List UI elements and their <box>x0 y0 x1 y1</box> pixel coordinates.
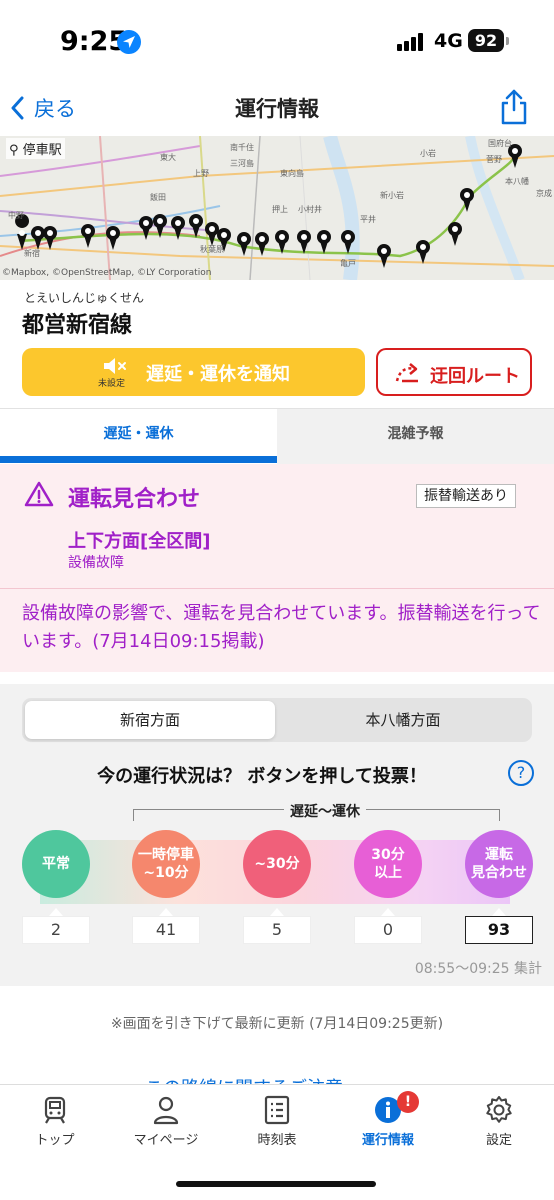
count-notch <box>49 908 63 916</box>
pin-icon: ⚲ <box>9 143 19 158</box>
tally-time: 08:55〜09:25 集計 <box>414 961 542 977</box>
vote-count-normal: 2 <box>22 916 90 944</box>
detour-icon <box>395 363 418 383</box>
help-icon[interactable]: ? <box>508 760 534 786</box>
count-notch <box>159 908 173 916</box>
direction-motoyawata[interactable]: 本八幡方面 <box>278 701 528 739</box>
count-notch <box>381 908 395 916</box>
vote-count-over-30min: 0 <box>354 916 422 944</box>
vote-count-suspended: 93 <box>465 916 533 944</box>
svg-text:押上: 押上 <box>272 204 288 214</box>
svg-text:菅野: 菅野 <box>486 154 502 164</box>
network-type: 4G <box>434 30 463 52</box>
line-name: 都営新宿線 <box>22 313 133 338</box>
tabbar-label: 設定 <box>485 1133 512 1148</box>
svg-text:小岩: 小岩 <box>420 148 436 158</box>
train-icon <box>44 1096 66 1124</box>
gear-icon <box>486 1096 512 1123</box>
tabbar-label: 運行情報 <box>361 1133 414 1148</box>
count-notch <box>492 908 506 916</box>
svg-text:東向島: 東向島 <box>280 168 304 178</box>
vote-normal-button[interactable]: 平常 <box>22 830 90 898</box>
refresh-note: ※画面を引き下げて最新に更新 (7月14日09:25更新) <box>110 1016 444 1032</box>
tabbar-label: マイページ <box>133 1133 199 1148</box>
tabbar-item-top[interactable]: トップ <box>0 1095 110 1155</box>
status-bar: 9:25 4G 92 <box>0 0 554 80</box>
svg-text:中野: 中野 <box>8 210 24 220</box>
notify-label: 遅延・運休を通知 <box>146 364 290 385</box>
nav-bar: 戻る 運行情報 <box>0 80 554 136</box>
vote-count-stop-10min: 41 <box>132 916 200 944</box>
alert-cause: 設備故障 <box>68 555 124 571</box>
direction-segmented-control: 新宿方面 本八幡方面 <box>22 698 532 742</box>
alert-direction: 上下方面[全区間] <box>68 531 211 552</box>
svg-text:東大: 東大 <box>160 152 176 162</box>
share-icon <box>501 89 527 125</box>
tabbar-label: トップ <box>35 1133 75 1148</box>
svg-text:新小岩: 新小岩 <box>380 190 404 200</box>
svg-text:亀戸: 亀戸 <box>340 258 356 268</box>
count-notch <box>270 908 284 916</box>
vote-over-30min-button[interactable]: 30分 以上 <box>354 830 422 898</box>
svg-text:上野: 上野 <box>193 169 209 178</box>
vote-question: 今の運行状況は？ ボタンを押して投票！ <box>97 766 427 787</box>
map-legend: ⚲ 停車駅 <box>6 138 65 159</box>
svg-text:京成: 京成 <box>536 188 552 198</box>
map-canvas: 中野 東大 上野 押上 小村井 平井 新小岩 小岩 本八幡 京成 国府台 菅野 … <box>0 136 554 280</box>
detour-route-button[interactable]: 迂回ルート <box>376 348 532 396</box>
tabbar-item-mypage[interactable]: マイページ <box>111 1095 221 1155</box>
svg-text:南千住: 南千住 <box>230 142 254 152</box>
service-alert: 運転見合わせ 振替輸送あり 上下方面[全区間] 設備故障 設備故障の影響で、運転… <box>0 464 554 672</box>
detour-label: 迂回ルート <box>430 366 520 387</box>
svg-text:本八幡: 本八幡 <box>505 176 529 186</box>
notification-badge: ! <box>397 1091 419 1113</box>
mute-icon <box>104 358 126 374</box>
share-button[interactable] <box>498 88 530 126</box>
svg-text:平井: 平井 <box>360 214 376 224</box>
svg-text:国府台: 国府台 <box>488 138 512 148</box>
tabbar-item-timetable[interactable]: 時刻表 <box>222 1095 332 1155</box>
vote-stop-10min-button[interactable]: 一時停車 ~10分 <box>132 830 200 898</box>
timetable-icon <box>264 1095 290 1125</box>
notify-button[interactable]: 未設定 遅延・運休を通知 <box>22 348 365 396</box>
svg-text:秋葉原: 秋葉原 <box>200 244 224 254</box>
tab-crowd-forecast[interactable]: 混雑予報 <box>277 409 554 465</box>
map-credit: ©Mapbox, ©OpenStreetMap, ©LY Corporation <box>2 268 212 278</box>
range-label: 遅延〜運休 <box>284 801 366 821</box>
vote-30min-button[interactable]: ~30分 <box>243 830 311 898</box>
svg-text:飯田: 飯田 <box>150 192 166 202</box>
active-tab-indicator <box>0 456 277 463</box>
status-vote-section: 新宿方面 本八幡方面 今の運行状況は？ ボタンを押して投票！ ? 遅延〜運休 平… <box>0 684 554 986</box>
warning-icon <box>24 481 54 507</box>
page-title: 運行情報 <box>235 97 319 121</box>
map-legend-label: 停車駅 <box>22 143 62 158</box>
alternative-transport-badge: 振替輸送あり <box>416 484 516 508</box>
svg-text:新宿: 新宿 <box>24 248 40 258</box>
alert-message: 設備故障の影響で、運転を見合わせています。振替輸送を行っています。(7月14日0… <box>22 603 541 652</box>
home-indicator <box>176 1181 376 1187</box>
battery-cap <box>506 37 509 45</box>
line-name-ruby: とえいしんじゅくせん <box>24 291 145 305</box>
notify-status: 未設定 <box>98 379 126 389</box>
tabbar-item-settings[interactable]: 設定 <box>444 1095 554 1155</box>
alert-title: 運転見合わせ <box>68 487 201 512</box>
svg-text:三河島: 三河島 <box>230 158 254 168</box>
svg-text:小村井: 小村井 <box>298 204 322 214</box>
route-map[interactable]: 中野 東大 上野 押上 小村井 平井 新小岩 小岩 本八幡 京成 国府台 菅野 … <box>0 136 554 280</box>
battery-icon: 92 <box>468 29 504 52</box>
location-arrow-icon <box>117 30 141 54</box>
signal-icon <box>397 33 427 51</box>
person-icon <box>153 1096 179 1125</box>
vote-suspended-button[interactable]: 運転 見合わせ <box>465 830 533 898</box>
divider <box>0 588 554 589</box>
vote-count-30min: 5 <box>243 916 311 944</box>
direction-shinjuku[interactable]: 新宿方面 <box>25 701 275 739</box>
tabbar-label: 時刻表 <box>257 1133 297 1148</box>
tabbar-item-service-info[interactable]: ! 運行情報 <box>333 1091 443 1155</box>
